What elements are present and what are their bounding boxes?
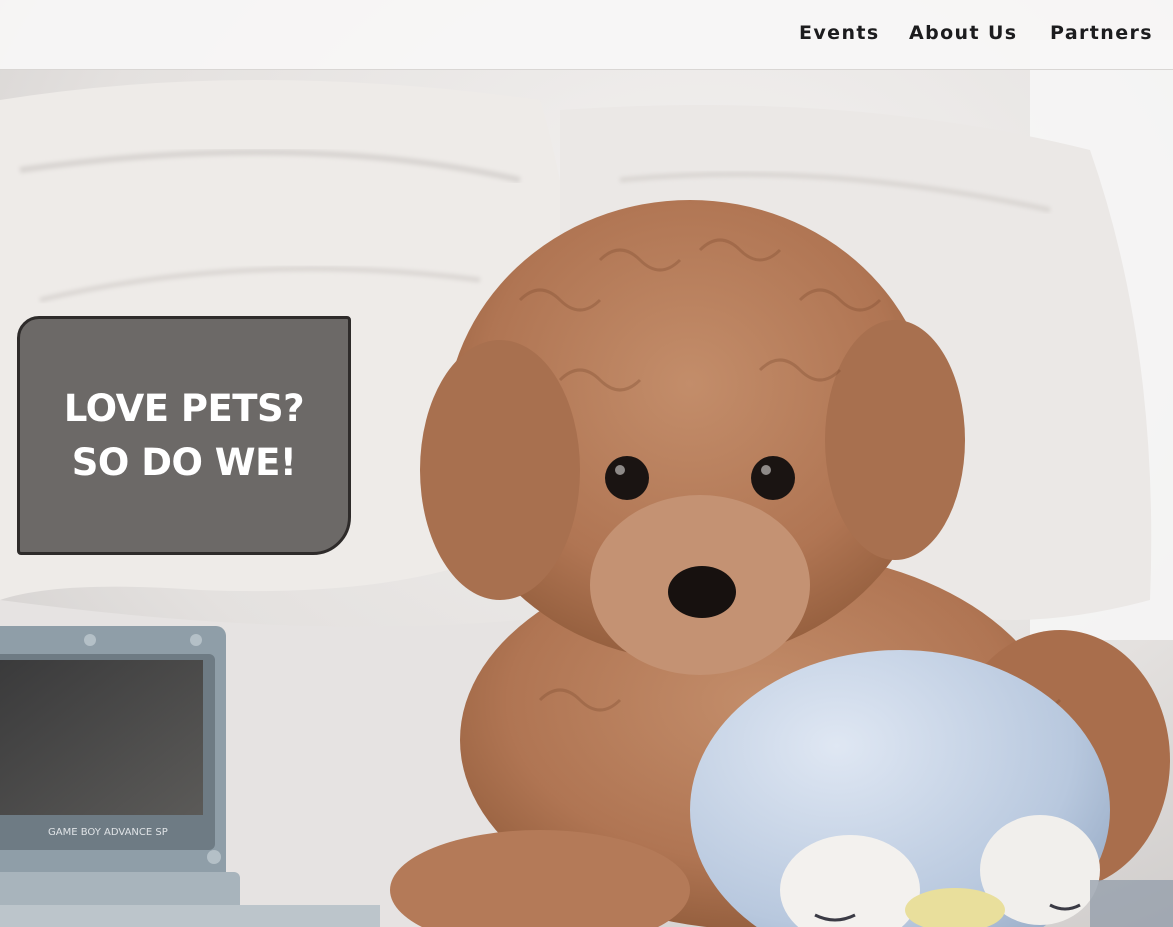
- puppy-eye-right: [751, 456, 795, 500]
- nav-events-link[interactable]: Events: [799, 22, 880, 44]
- puppy-nose: [668, 566, 736, 618]
- headline-line-1: LOVE PETS?: [63, 386, 305, 430]
- eye-glint-left: [615, 465, 625, 475]
- blanket: [1090, 880, 1173, 927]
- eye-glint-right: [761, 465, 771, 475]
- puppy-ear-right: [825, 320, 965, 560]
- nav-partners-link[interactable]: Partners: [1050, 22, 1153, 44]
- device-label: GAME BOY ADVANCE SP: [48, 827, 168, 838]
- top-navigation: Events About Us Partners: [0, 0, 1173, 70]
- puppy-eye-left: [605, 456, 649, 500]
- headline-line-2: SO DO WE!: [71, 440, 297, 484]
- puppy-ear-left: [420, 340, 580, 600]
- nav-about-us-link[interactable]: About Us: [909, 22, 1018, 44]
- hero-callout-box: LOVE PETS? SO DO WE!: [17, 316, 351, 555]
